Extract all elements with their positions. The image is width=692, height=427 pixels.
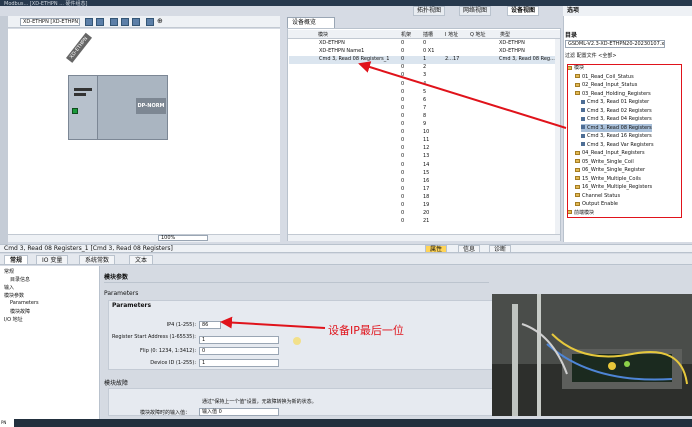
status-bar	[0, 419, 692, 427]
arrow-catalog-to-overview	[358, 61, 567, 129]
annotation-arrows	[220, 61, 567, 329]
arrow-annotation-to-ip	[220, 316, 326, 329]
status-tag: PN	[0, 419, 14, 427]
